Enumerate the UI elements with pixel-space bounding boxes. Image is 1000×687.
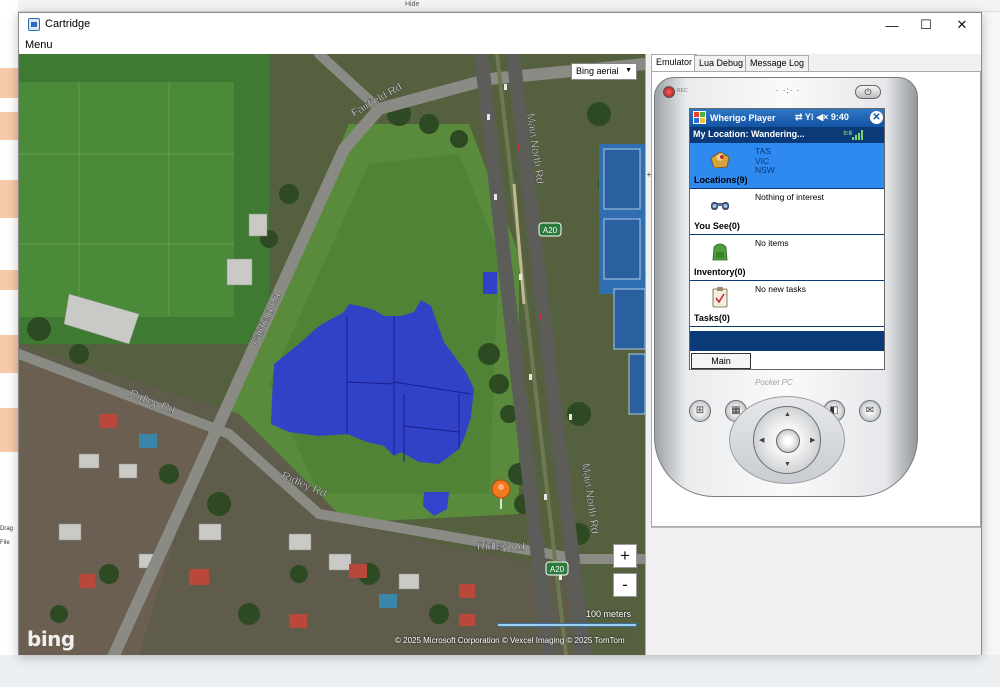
locations-desc: TAS VIC NSW xyxy=(755,146,775,176)
dpad[interactable]: ▲ ▼ ◀ ▶ xyxy=(753,406,821,474)
map-type-dropdown[interactable]: Bing aerial ▼ xyxy=(571,63,637,80)
map-copyright: © 2025 Microsoft Corporation © Vexcel Im… xyxy=(395,636,625,645)
pda-location-bar: My Location: Wandering... 0:8 xyxy=(690,127,884,143)
list-item-locations[interactable]: TAS VIC NSW Locations(9) xyxy=(690,143,884,189)
you-see-label: You See(0) xyxy=(694,221,740,231)
pda-app-title: Wherigo Player xyxy=(710,113,776,123)
pda-titlebar: Wherigo Player ⇄ Y⁝ ◀× 9:40 ✕ xyxy=(690,109,884,127)
cartridge-window: Cartridge — ☐ ✕ Menu A20 A20 Fairfield R… xyxy=(18,12,982,655)
tab-message-log[interactable]: Message Log xyxy=(745,55,810,71)
main-button[interactable]: Main xyxy=(691,353,751,369)
tab-lua-debug[interactable]: Lua Debug xyxy=(694,55,749,71)
chevron-down-icon: ▼ xyxy=(625,67,632,74)
inventory-label: Inventory(0) xyxy=(694,267,746,277)
desktop-topbar: Hide xyxy=(0,0,1000,12)
locations-label: Locations(9) xyxy=(694,175,748,185)
desktop-left-strip xyxy=(0,0,18,687)
tasks-label: Tasks(0) xyxy=(694,313,730,323)
lower-panel xyxy=(651,527,981,655)
desktop-side-label: Drag xyxy=(0,526,14,532)
hw-mail-button[interactable]: ✉ xyxy=(859,400,881,422)
list-item-inventory[interactable]: No items Inventory(0) xyxy=(690,235,884,281)
desktop-side-labels: Drag File xyxy=(0,486,13,554)
pocket-pc-brand: Pocket PC xyxy=(755,378,793,387)
desktop-topbar-text: Hide xyxy=(405,1,420,8)
tasks-desc: No new tasks xyxy=(755,284,807,294)
dpad-left-icon[interactable]: ◀ xyxy=(759,436,764,444)
tab-bar: Emulator Lua Debug Message Log xyxy=(651,54,981,71)
inventory-desc: No items xyxy=(755,238,789,248)
svg-text:A20: A20 xyxy=(550,565,565,574)
pda-empty-area xyxy=(690,331,884,351)
pda-status-bar[interactable]: ⇄ Y⁝ ◀× 9:40 xyxy=(795,112,849,123)
dpad-center-button[interactable] xyxy=(776,429,800,453)
speaker-icon: · ·:· · xyxy=(775,86,801,95)
zoom-in-button[interactable]: + xyxy=(613,544,637,568)
a20-shield-top: A20 xyxy=(538,222,562,237)
pda-location-text: My Location: Wandering... xyxy=(693,129,805,139)
maximize-button[interactable]: ☐ xyxy=(911,13,941,37)
list-item-tasks[interactable]: No new tasks Tasks(0) xyxy=(690,281,884,327)
dpad-up-icon[interactable]: ▲ xyxy=(784,411,791,418)
signal-text: 0:8 xyxy=(843,131,852,137)
you-see-desc: Nothing of interest xyxy=(755,192,824,202)
scale-bar xyxy=(497,623,637,627)
map-scale: 100 meters xyxy=(497,607,637,629)
pda-menubar: Main xyxy=(690,351,884,369)
dpad-right-icon[interactable]: ▶ xyxy=(810,436,815,444)
signal-bars-icon xyxy=(852,130,863,140)
pda-logo-text: REC xyxy=(677,88,688,94)
locations-icon xyxy=(710,151,730,169)
desktop-bottom xyxy=(0,655,1000,687)
pda-device: REC · ·:· · ⏻ Wherigo Player ⇄ Y⁝ ◀× 9:4… xyxy=(654,77,918,497)
binoculars-icon xyxy=(711,202,729,210)
svg-text:A20: A20 xyxy=(543,226,558,235)
dpad-down-icon[interactable]: ▼ xyxy=(784,461,791,468)
desktop-side-label: File xyxy=(0,540,10,546)
backpack-icon xyxy=(712,243,728,261)
emulator-pane: REC · ·:· · ⏻ Wherigo Player ⇄ Y⁝ ◀× 9:4… xyxy=(651,71,981,527)
hw-start-button[interactable]: ⊞ xyxy=(689,400,711,422)
pda-screen: Wherigo Player ⇄ Y⁝ ◀× 9:40 ✕ My Locatio… xyxy=(689,108,885,370)
power-button[interactable]: ⏻ xyxy=(855,85,881,99)
record-icon[interactable] xyxy=(663,86,675,98)
bing-logo: bing xyxy=(27,627,75,651)
a20-shield-bottom: A20 xyxy=(545,561,569,576)
tab-emulator[interactable]: Emulator xyxy=(651,54,698,71)
menubar: Menu xyxy=(19,37,981,54)
location-nsw: NSW xyxy=(755,165,775,175)
app-icon xyxy=(28,18,40,31)
desktop-right-strip xyxy=(982,12,1000,687)
map-type-value: Bing aerial xyxy=(576,66,619,76)
right-panel: Emulator Lua Debug Message Log REC · ·:·… xyxy=(651,54,981,655)
windows-start-icon[interactable] xyxy=(693,111,706,124)
minimize-button[interactable]: — xyxy=(877,13,907,37)
window-title: Cartridge xyxy=(45,18,91,30)
pda-close-button[interactable]: ✕ xyxy=(870,111,883,124)
menu-item-menu[interactable]: Menu xyxy=(25,39,53,51)
zoom-out-button[interactable]: - xyxy=(613,573,637,597)
map-view[interactable]: A20 A20 Fairfield Rd Fairfield Rd Main N… xyxy=(19,54,645,655)
scale-label: 100 meters xyxy=(585,609,631,619)
close-button[interactable]: ✕ xyxy=(947,13,977,37)
clipboard-icon xyxy=(712,287,728,308)
road-label-ridley-right: Ridley Rd xyxy=(477,541,525,553)
titlebar[interactable]: Cartridge — ☐ ✕ xyxy=(19,13,981,37)
list-item-you-see[interactable]: Nothing of interest You See(0) xyxy=(690,189,884,235)
aerial-map[interactable]: A20 A20 Fairfield Rd Fairfield Rd Main N… xyxy=(19,54,645,655)
